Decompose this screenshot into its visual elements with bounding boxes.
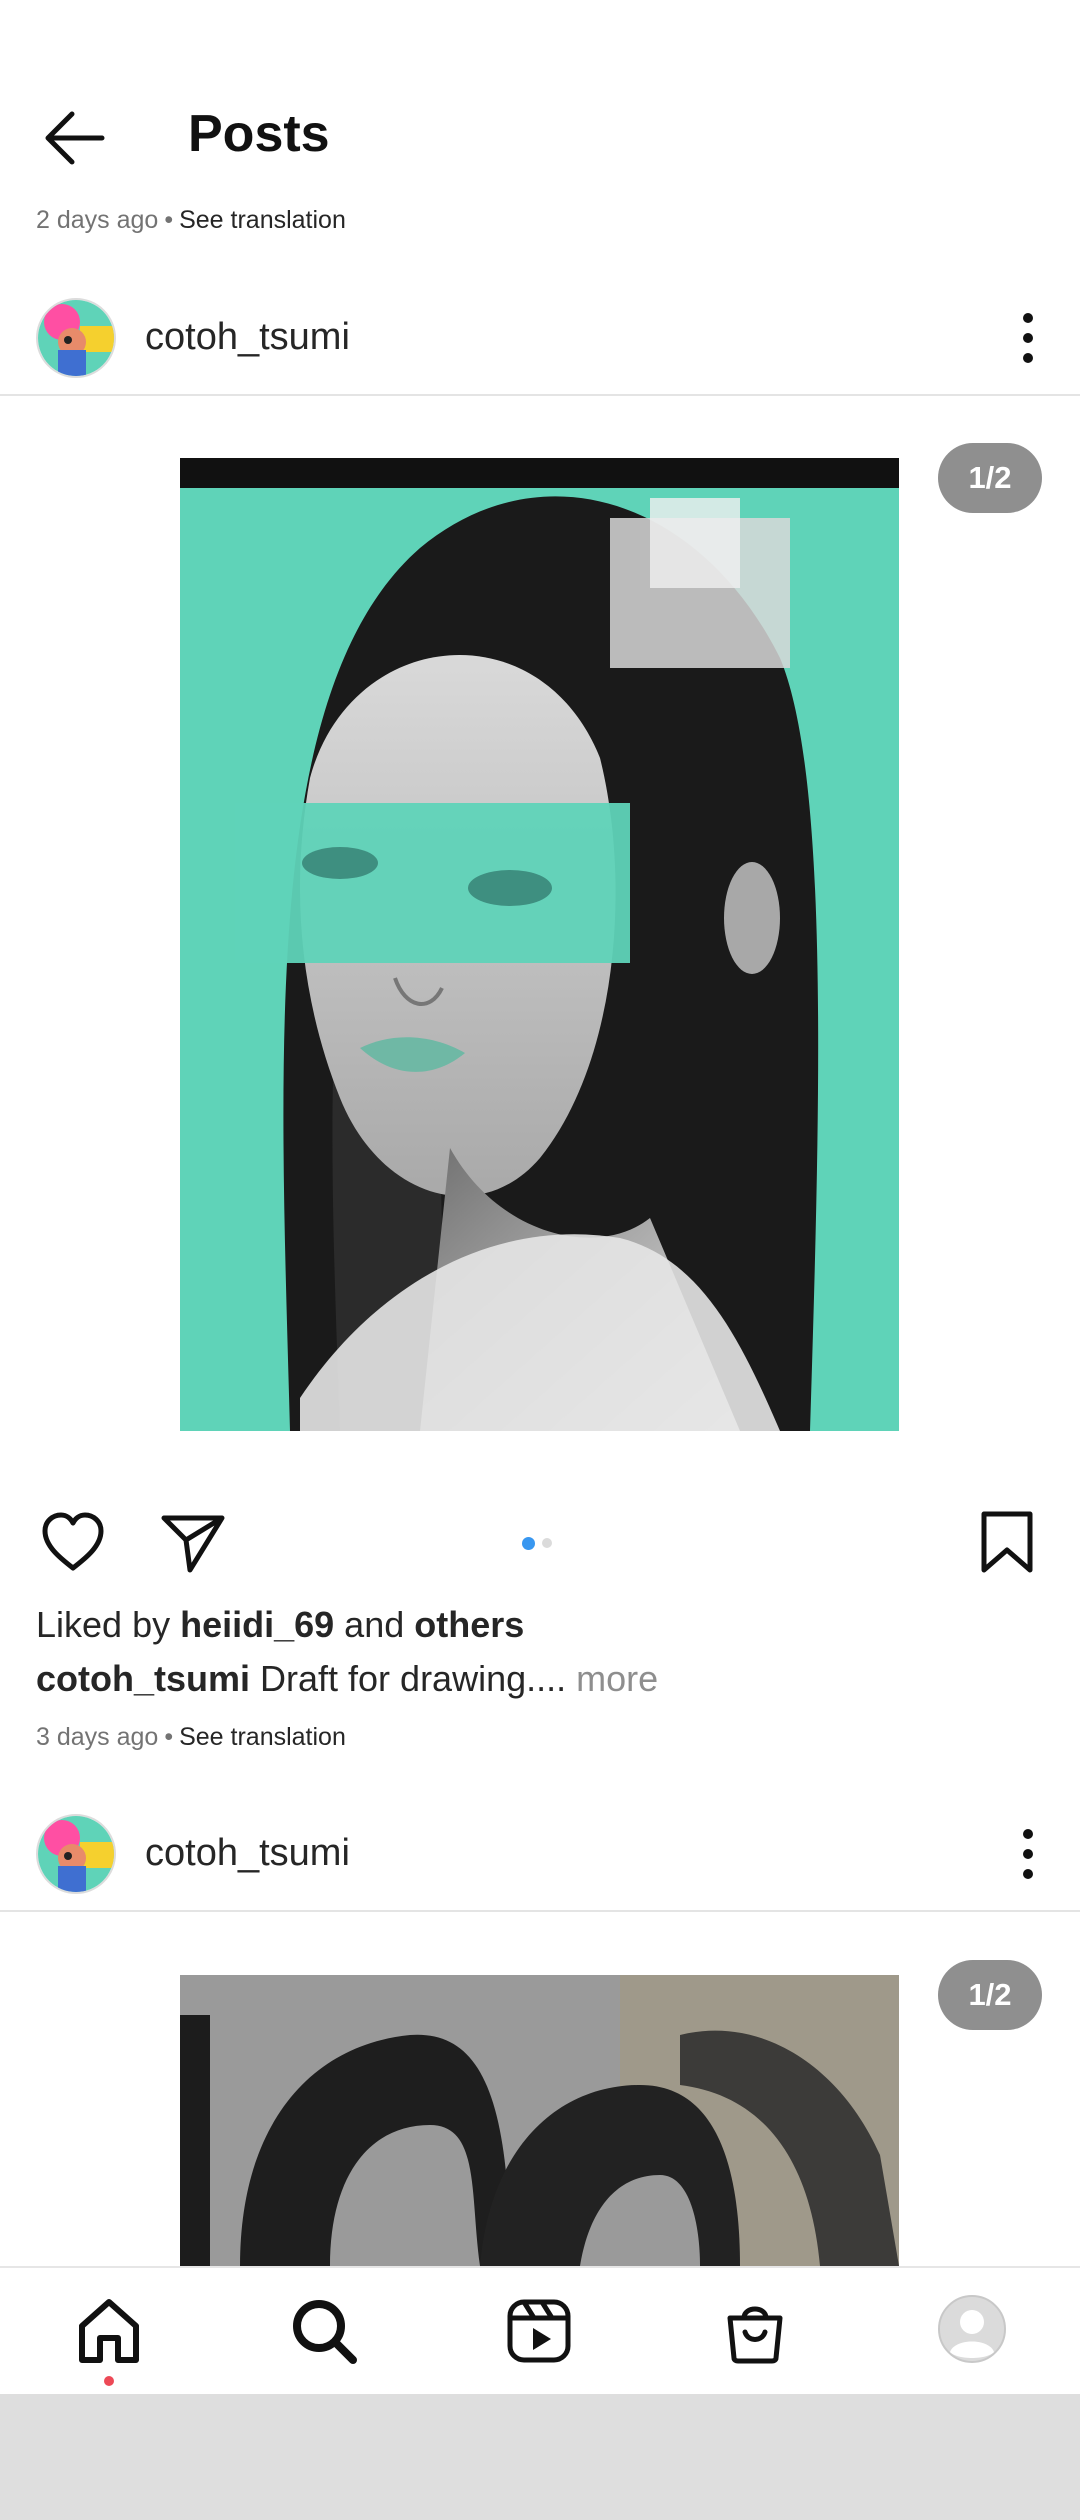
arrow-left-icon	[45, 111, 105, 165]
post-meta: 3 days ago • See translation	[36, 1723, 346, 1751]
caption-username[interactable]: cotoh_tsumi	[36, 1658, 250, 1699]
post-time: 2 days ago	[36, 206, 159, 234]
post-username[interactable]: cotoh_tsumi	[145, 316, 350, 359]
avatar[interactable]	[36, 1814, 116, 1894]
heart-icon	[42, 1512, 104, 1571]
shop-icon	[727, 2306, 783, 2364]
nav-home[interactable]	[74, 2296, 144, 2386]
see-translation-link[interactable]: See translation	[179, 1723, 346, 1751]
more-options-button[interactable]	[1016, 1826, 1040, 1882]
media-counter-badge: 1/2	[938, 1960, 1042, 2030]
more-options-button[interactable]	[1016, 310, 1040, 366]
carousel-dot	[542, 1538, 552, 1548]
post-meta-top: 2 days ago • See translation	[36, 206, 346, 234]
post-image[interactable]	[180, 1975, 899, 2266]
liked-by-user[interactable]: heiidi_69	[180, 1604, 334, 1645]
media-counter-badge: 1/2	[938, 443, 1042, 513]
more-vertical-icon	[1023, 1829, 1033, 1879]
caption: cotoh_tsumi Draft for drawing.... more	[36, 1658, 658, 1700]
header: Posts	[0, 0, 1080, 200]
save-button[interactable]	[978, 1510, 1036, 1576]
profile-avatar	[938, 2295, 1006, 2363]
home-icon	[79, 2299, 139, 2363]
likes-line: Liked by heiidi_69 and others	[36, 1604, 525, 1645]
post-username[interactable]: cotoh_tsumi	[145, 1832, 350, 1875]
page-title: Posts	[188, 105, 330, 163]
nav-search[interactable]	[289, 2296, 359, 2366]
reels-icon	[507, 2299, 571, 2363]
bookmark-icon	[981, 1511, 1033, 1573]
caption-text: Draft for drawing....	[250, 1658, 567, 1699]
send-icon	[161, 1515, 225, 1573]
nav-reels[interactable]	[504, 2296, 574, 2366]
nav-shop[interactable]	[720, 2296, 790, 2366]
post-time: 3 days ago	[36, 1723, 159, 1751]
system-navigation-bar	[0, 2394, 1080, 2520]
post-header: cotoh_tsumi	[0, 282, 1080, 396]
nav-profile[interactable]	[937, 2294, 1007, 2364]
caption-more-link[interactable]: more	[566, 1658, 658, 1699]
like-button[interactable]	[40, 1510, 106, 1576]
more-vertical-icon	[1023, 313, 1033, 363]
search-icon	[293, 2300, 357, 2364]
avatar[interactable]	[36, 298, 116, 378]
see-translation-link[interactable]: See translation	[179, 206, 346, 234]
back-button[interactable]	[36, 108, 112, 168]
carousel-dot-active	[522, 1537, 535, 1550]
post-image[interactable]	[180, 458, 899, 1431]
share-button[interactable]	[160, 1510, 226, 1576]
notification-dot	[104, 2376, 114, 2386]
post-header: cotoh_tsumi	[0, 1798, 1080, 1912]
carousel-indicator	[522, 1537, 556, 1551]
liked-by-others[interactable]: others	[414, 1604, 524, 1645]
bottom-navigation	[0, 2266, 1080, 2394]
